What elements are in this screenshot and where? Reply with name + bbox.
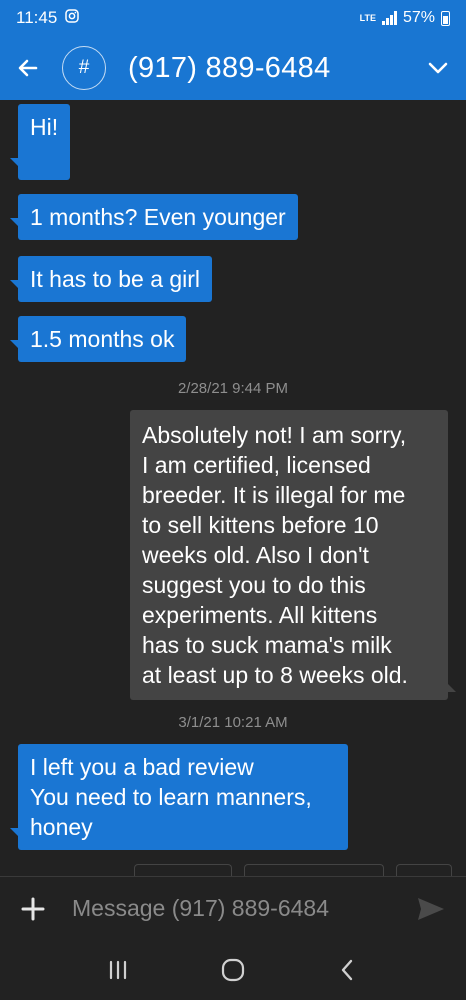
message-text: Hi!	[30, 114, 59, 140]
battery-percent: 57%	[402, 9, 435, 26]
status-time: 11:45	[16, 8, 58, 27]
messaging-screen: 11:45 LTE 57% # (917) 889-6484 Hi! 1 mon…	[0, 0, 466, 1000]
message-timestamp: 3/1/21 10:21 AM	[178, 714, 288, 731]
chevron-down-icon[interactable]	[424, 54, 452, 82]
smart-reply-row	[0, 864, 466, 885]
incoming-message[interactable]: 1 months? Even younger	[10, 194, 298, 240]
recents-icon[interactable]	[98, 950, 138, 990]
nav-back-icon[interactable]	[328, 950, 368, 990]
incoming-message[interactable]: 1.5 months ok	[9, 316, 187, 362]
message-line: has to suck mama's milk	[142, 632, 392, 658]
conversation-header: # (917) 889-6484	[0, 36, 466, 100]
incoming-message[interactable]: Hi!	[10, 104, 70, 180]
status-right: LTE 57%	[360, 9, 450, 27]
instagram-icon	[65, 8, 80, 28]
send-icon[interactable]	[414, 892, 448, 926]
contact-avatar[interactable]: #	[62, 46, 106, 90]
message-list[interactable]: Hi! 1 months? Even younger It has to be …	[0, 100, 466, 875]
avatar-symbol: #	[78, 57, 90, 78]
message-line: breeder. It is illegal for me	[142, 482, 406, 508]
signal-icon	[381, 11, 397, 25]
message-line: Absolutely not! I am sorry,	[142, 422, 407, 448]
lte-icon: LTE	[359, 12, 376, 23]
plus-icon[interactable]	[18, 894, 48, 924]
message-text: It has to be a girl	[30, 266, 201, 292]
home-icon[interactable]	[213, 950, 253, 990]
message-line: You need to learn manners,	[30, 784, 312, 810]
battery-icon	[441, 10, 450, 26]
message-line: to sell kittens before 10	[142, 512, 379, 538]
contact-title[interactable]: (917) 889-6484	[128, 52, 331, 85]
message-timestamp: 2/28/21 9:44 PM	[177, 380, 289, 397]
incoming-message[interactable]: I left you a bad review You need to lear…	[10, 744, 348, 850]
message-line: I left you a bad review	[30, 754, 254, 780]
message-line: at least up to 8 weeks old.	[142, 662, 408, 688]
outgoing-message[interactable]: Absolutely not! I am sorry, I am certifi…	[130, 410, 456, 700]
incoming-message[interactable]: It has to be a girl	[9, 256, 213, 302]
message-text: 1.5 months ok	[30, 326, 175, 352]
message-composer	[0, 876, 466, 940]
message-line: weeks old. Also I don't	[142, 542, 369, 568]
message-line: experiments. All kittens	[142, 602, 378, 628]
status-bar: 11:45 LTE 57%	[0, 0, 466, 36]
message-line: suggest you to do this	[142, 572, 366, 598]
message-line: I am certified, licensed	[142, 452, 371, 478]
message-input[interactable]	[70, 894, 414, 923]
message-text: 1 months? Even younger	[30, 204, 286, 230]
navigation-bar	[0, 940, 466, 1000]
arrow-left-icon[interactable]	[14, 54, 42, 82]
message-line: honey	[30, 814, 93, 840]
